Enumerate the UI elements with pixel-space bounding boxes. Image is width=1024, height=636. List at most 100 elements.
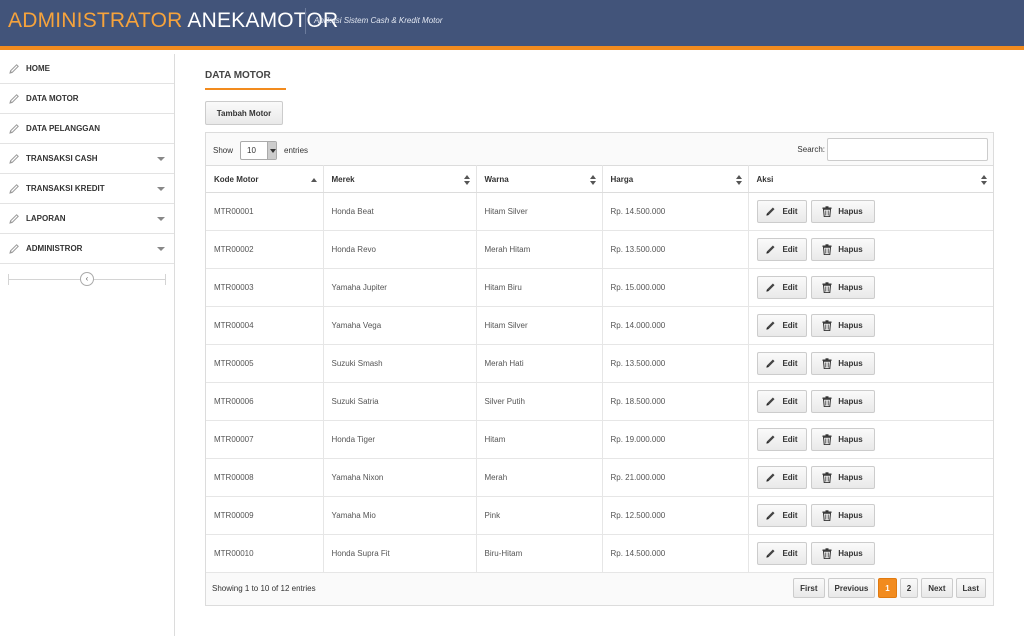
trash-icon [822, 320, 838, 331]
table-row: MTR00002 Honda Revo Merah Hitam Rp. 13.500.… [206, 230, 993, 269]
cell-merek: Yamaha Mio [323, 496, 477, 535]
edit-button[interactable]: Edit [756, 428, 807, 451]
sidebar-item-label: LAPORAN [26, 214, 66, 223]
delete-button[interactable]: Hapus [810, 504, 875, 527]
sidebar-item-administror[interactable]: ADMINISTROR [0, 234, 174, 264]
app-brand[interactable]: ADMINISTRATOR ANEKAMOTOR [8, 9, 338, 33]
pencil-icon [765, 472, 782, 483]
show-label: Show [213, 146, 234, 155]
delete-label: Hapus [838, 549, 863, 558]
table-row: MTR00006 Suzuki Satria Silver Putih Rp. 18.… [206, 382, 993, 421]
delete-button[interactable]: Hapus [810, 276, 875, 299]
delete-button[interactable]: Hapus [810, 314, 875, 337]
sort-both-icon [589, 175, 596, 186]
table-body: MTR00001 Honda Beat Hitam Silver Rp. 14.500… [206, 192, 994, 573]
trash-icon [822, 282, 838, 293]
edit-button[interactable]: Edit [756, 542, 807, 565]
sidebar-item-transaksi-kredit[interactable]: TRANSAKSI KREDIT [0, 174, 174, 204]
delete-button[interactable]: Hapus [810, 390, 875, 413]
previous-page-button[interactable]: Previous [827, 578, 876, 598]
last-page-button[interactable]: Last [955, 578, 986, 598]
first-page-button[interactable]: First [793, 578, 825, 598]
sidebar-item-label: TRANSAKSI KREDIT [26, 184, 105, 193]
sidebar-item-transaksi-cash[interactable]: TRANSAKSI CASH [0, 144, 174, 174]
edit-button[interactable]: Edit [756, 314, 807, 337]
edit-button[interactable]: Edit [756, 466, 807, 489]
cell-kode: MTR00004 [206, 306, 324, 345]
edit-button[interactable]: Edit [756, 200, 807, 223]
table-row: MTR00004 Yamaha Vega Hitam Silver Rp. 14.00… [206, 306, 994, 345]
delete-button[interactable]: Hapus [810, 352, 875, 375]
caret-down-icon [157, 157, 165, 161]
sidebar-item-data-motor[interactable]: DATA MOTOR [0, 84, 174, 114]
cell-merek: Honda Revo [323, 230, 477, 269]
cell-actions: Edit Hapus [748, 230, 993, 269]
delete-button[interactable]: Hapus [810, 542, 875, 565]
column-header-harga[interactable]: Harga [602, 165, 749, 193]
trash-icon [822, 548, 838, 559]
edit-button[interactable]: Edit [756, 504, 807, 527]
edit-label: Edit [782, 511, 798, 520]
pencil-icon [765, 206, 782, 217]
delete-label: Hapus [838, 207, 863, 216]
sidebar-item-label: ADMINISTROR [26, 244, 83, 253]
pencil-icon [765, 244, 782, 255]
data-table-container: Show 10 entries Search: Kode Motor Merek W… [205, 132, 994, 606]
delete-button[interactable]: Hapus [810, 238, 875, 261]
column-header-warna[interactable]: Warna [476, 165, 603, 193]
column-header-kode-motor[interactable]: Kode Motor [206, 165, 324, 193]
pencil-icon [765, 434, 782, 445]
delete-button[interactable]: Hapus [810, 466, 875, 489]
brand-admin: ADMINISTRATOR [8, 9, 183, 32]
table-row: MTR00007 Honda Tiger Hitam Rp. 19.000.000 Ed… [206, 420, 993, 459]
search-input[interactable] [827, 138, 988, 161]
cell-harga: Rp. 19.000.000 [602, 420, 749, 459]
cell-kode: MTR00003 [206, 268, 324, 307]
column-header-merek[interactable]: Merek [323, 165, 477, 193]
cell-actions: Edit Hapus [748, 344, 993, 383]
chevron-left-icon[interactable]: ‹ [80, 272, 94, 286]
cell-warna: Pink [476, 496, 603, 535]
edit-button[interactable]: Edit [756, 390, 807, 413]
pencil-icon [8, 213, 20, 225]
page-button-1[interactable]: 1 [878, 578, 897, 598]
cell-warna: Merah Hati [476, 344, 603, 383]
sidebar-item-laporan[interactable]: LAPORAN [0, 204, 174, 234]
cell-merek: Honda Supra Fit [323, 534, 477, 573]
delete-button[interactable]: Hapus [810, 200, 875, 223]
cell-actions: Edit Hapus [748, 458, 993, 497]
column-header-label: Kode Motor [214, 174, 259, 184]
cell-kode: MTR00009 [206, 496, 324, 535]
sidebar-item-data-pelanggan[interactable]: DATA PELANGGAN [0, 114, 174, 144]
cell-warna: Hitam Biru [476, 268, 603, 307]
row-actions: Edit Hapus [756, 504, 994, 527]
cell-merek: Honda Tiger [323, 420, 477, 459]
sidebar-item-label: HOME [26, 64, 50, 73]
edit-button[interactable]: Edit [756, 238, 807, 261]
edit-button[interactable]: Edit [756, 352, 807, 375]
edit-button[interactable]: Edit [756, 276, 807, 299]
cell-kode: MTR00006 [206, 382, 324, 421]
delete-button[interactable]: Hapus [810, 428, 875, 451]
cell-merek: Yamaha Vega [323, 306, 477, 345]
column-header-aksi[interactable]: Aksi [748, 165, 993, 193]
sidebar-item-home[interactable]: HOME [0, 54, 174, 84]
cell-actions: Edit Hapus [748, 534, 993, 573]
cell-harga: Rp. 12.500.000 [602, 496, 749, 535]
cell-harga: Rp. 21.000.000 [602, 458, 749, 497]
trash-icon [822, 510, 838, 521]
pencil-icon [8, 153, 20, 165]
page-button-2[interactable]: 2 [899, 578, 919, 598]
column-header-label: Merek [331, 174, 355, 184]
row-actions: Edit Hapus [756, 314, 994, 337]
cell-warna: Hitam [476, 420, 603, 459]
entries-select[interactable]: 10 [240, 141, 278, 160]
delete-label: Hapus [838, 245, 863, 254]
cell-warna: Hitam Silver [476, 306, 603, 345]
add-motor-button[interactable]: Tambah Motor [205, 101, 283, 125]
caret-down-icon [157, 187, 165, 191]
sidebar-item-label: DATA MOTOR [26, 94, 79, 103]
cell-warna: Merah Hitam [476, 230, 603, 269]
pencil-icon [765, 548, 782, 559]
next-page-button[interactable]: Next [921, 578, 953, 598]
